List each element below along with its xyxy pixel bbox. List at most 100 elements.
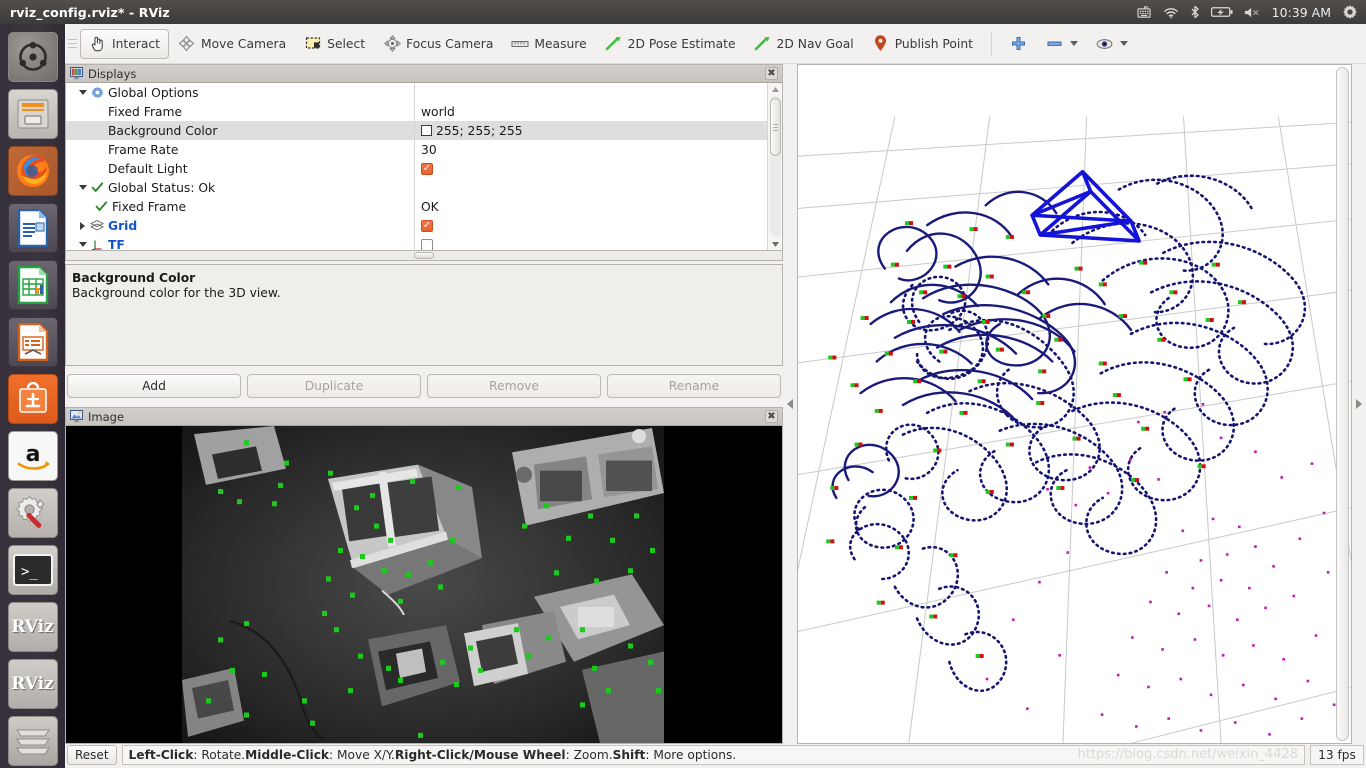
clock[interactable]: 10:39 AM (1272, 5, 1331, 20)
keyboard-icon[interactable] (1137, 5, 1152, 19)
tool-focus-camera[interactable]: Focus Camera (374, 29, 502, 59)
render-view-scrollbar[interactable] (1336, 67, 1349, 741)
check-icon (93, 200, 109, 213)
move-camera-icon (178, 35, 196, 53)
tool-interact[interactable]: Interact (80, 28, 169, 59)
scroll-up-icon[interactable] (771, 83, 779, 95)
displays-panel-titlebar: Displays ✖ (65, 64, 783, 83)
unity-top-panel: rviz_config.rviz* - RViz 10:39 AM (0, 0, 1366, 24)
displays-tree[interactable]: Global Options Fixed Frame world Backgro… (65, 83, 783, 251)
tree-row-value[interactable]: 255; 255; 255 (436, 124, 523, 138)
scrollbar-thumb[interactable] (414, 252, 434, 259)
tree-row-label: Global Options (108, 85, 199, 100)
system-tray: 10:39 AM (1137, 4, 1366, 20)
status-bar: Reset Left-Click: Rotate. Middle-Click: … (65, 744, 1366, 768)
splitter-handle-icon (787, 399, 793, 409)
volume-mute-icon[interactable] (1244, 6, 1261, 19)
reset-button[interactable]: Reset (67, 745, 117, 765)
scrollbar-track[interactable] (769, 96, 781, 237)
hint-key: Shift (612, 748, 646, 762)
launcher-item-terminal[interactable]: >_ (7, 545, 58, 595)
twisty-icon[interactable] (76, 90, 89, 95)
checkbox[interactable] (421, 238, 433, 250)
chevron-down-icon[interactable] (1069, 41, 1078, 46)
table-row[interactable]: TF (66, 235, 767, 251)
launcher-item-libreoffice-calc[interactable] (7, 260, 58, 310)
scroll-down-icon[interactable] (771, 238, 779, 250)
tree-row-value[interactable]: 30 (421, 143, 437, 157)
twisty-icon[interactable] (76, 221, 89, 230)
ruler-icon (511, 35, 529, 53)
hint-key: Middle-Click (245, 748, 330, 762)
remove-tool-button[interactable] (1037, 29, 1087, 59)
table-row[interactable]: Default Light (66, 159, 767, 178)
launcher-item-files[interactable] (7, 89, 58, 139)
close-icon[interactable]: ✖ (765, 67, 778, 80)
image-panel-icon (70, 410, 83, 423)
tool-publish-point[interactable]: Publish Point (863, 29, 982, 59)
bluetooth-icon[interactable] (1190, 5, 1200, 19)
tree-row-value[interactable]: world (421, 105, 455, 119)
table-row[interactable]: Frame Rate 30 (66, 140, 767, 159)
table-row[interactable]: Background Color 255; 255; 255 (66, 121, 767, 140)
eye-icon (1096, 35, 1114, 53)
twisty-icon[interactable] (76, 242, 89, 247)
tree-row-label: Fixed Frame (108, 104, 183, 119)
launcher-item-system-settings[interactable] (7, 488, 58, 538)
table-row[interactable]: Grid (66, 216, 767, 235)
checkbox[interactable] (421, 219, 433, 232)
launcher-item-rviz-1[interactable]: RViz (7, 602, 58, 652)
render-view-splitter[interactable] (1352, 64, 1366, 744)
checkbox[interactable] (421, 162, 433, 175)
color-swatch[interactable] (421, 125, 432, 136)
launcher-item-amazon[interactable]: a (7, 431, 58, 481)
battery-icon[interactable] (1210, 6, 1233, 18)
displays-tree-hscrollbar[interactable] (65, 251, 783, 261)
close-icon[interactable]: ✖ (765, 410, 778, 423)
launcher-item-workspace-switcher[interactable] (7, 716, 58, 766)
camera-frame (182, 426, 664, 743)
tool-measure[interactable]: Measure (502, 29, 595, 59)
button-label: Remove (489, 379, 539, 393)
remove-button[interactable]: Remove (427, 374, 601, 398)
chevron-down-icon[interactable] (1119, 41, 1128, 46)
view-tool-button[interactable] (1087, 29, 1137, 59)
camera-image-view[interactable] (65, 426, 783, 744)
add-button[interactable]: Add (67, 374, 241, 398)
tool-label: 2D Nav Goal (776, 36, 854, 51)
twisty-icon[interactable] (76, 185, 89, 190)
toolbar-drag-handle[interactable] (68, 33, 77, 55)
tool-select[interactable]: Select (295, 29, 374, 59)
launcher-item-libreoffice-writer[interactable] (7, 203, 58, 253)
window-title: rviz_config.rviz* - RViz (10, 4, 170, 20)
render-view-3d[interactable] (797, 64, 1352, 744)
tool-2d-pose-estimate[interactable]: 2D Pose Estimate (596, 29, 745, 59)
table-row[interactable]: Global Status: Ok (66, 178, 767, 197)
rename-button[interactable]: Rename (607, 374, 781, 398)
dock-splitter[interactable] (783, 64, 797, 744)
launcher-item-ubuntu-software[interactable] (7, 374, 58, 424)
table-row[interactable]: Global Options (66, 83, 767, 102)
rviz-toolbar: Interact Move Camera Select Focus Camera (65, 24, 1366, 64)
check-icon (89, 181, 105, 194)
table-row[interactable]: Fixed Frame OK (66, 197, 767, 216)
wifi-icon[interactable] (1163, 6, 1179, 19)
hint-text: : Zoom. (565, 748, 613, 762)
add-tool-button[interactable] (1001, 29, 1037, 59)
tool-move-camera[interactable]: Move Camera (169, 29, 295, 59)
select-rect-icon (304, 35, 322, 53)
hint-key: Left-Click (128, 748, 194, 762)
displays-tree-scrollbar[interactable] (767, 83, 782, 250)
duplicate-button[interactable]: Duplicate (247, 374, 421, 398)
tree-row-label: TF (108, 237, 125, 251)
scrollbar-thumb[interactable] (769, 98, 781, 156)
tf-axes-icon (89, 238, 105, 250)
launcher-item-rviz-2[interactable]: RViz (7, 659, 58, 709)
launcher-item-libreoffice-impress[interactable] (7, 317, 58, 367)
tool-2d-nav-goal[interactable]: 2D Nav Goal (745, 29, 863, 59)
launcher-item-firefox[interactable] (7, 146, 58, 196)
table-row[interactable]: Fixed Frame world (66, 102, 767, 121)
gear-icon[interactable] (1342, 4, 1358, 20)
button-label: Rename (668, 379, 720, 393)
launcher-item-ubuntu-dash[interactable] (7, 32, 58, 82)
